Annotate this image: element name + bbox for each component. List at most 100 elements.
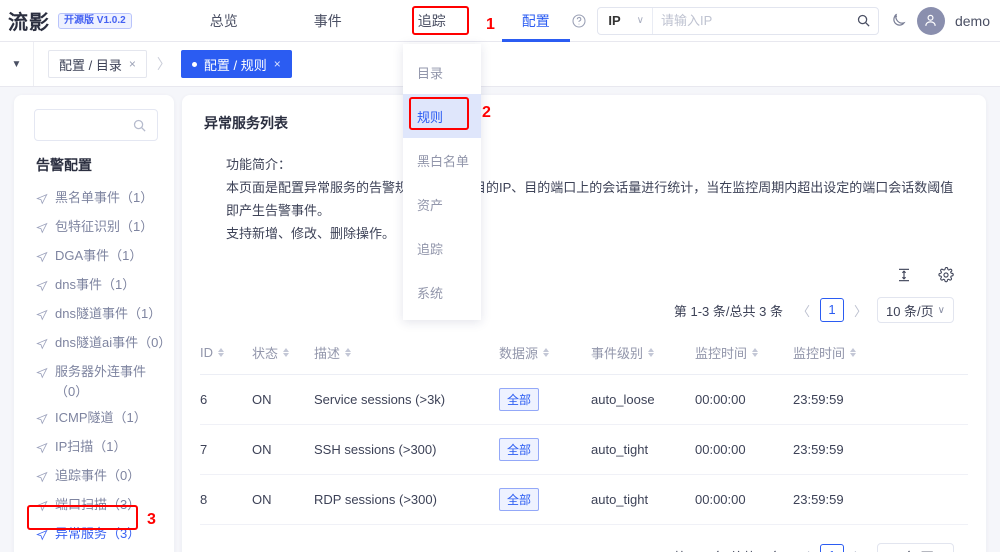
sidebar-item-dga-event[interactable]: DGA事件（1） (14, 243, 174, 272)
sidebar-item-label: dns隧道ai事件（0） (55, 335, 172, 350)
sidebar-item-packet-feature[interactable]: 包特征识别（1） (14, 214, 174, 243)
search-input-wrap (652, 7, 878, 34)
send-icon (36, 440, 48, 460)
nav-item-overview[interactable]: 总览 (190, 0, 258, 42)
table-row[interactable]: 8 ON RDP sessions (>300) 全部 auto_tight 0… (200, 474, 968, 525)
dropdown-item-catalog[interactable]: 目录 (403, 50, 481, 94)
nav-item-label: 总览 (209, 12, 238, 29)
send-icon (36, 307, 48, 327)
dropdown-item-rules[interactable]: 规则 (403, 94, 481, 138)
sort-icon[interactable] (850, 348, 857, 357)
cell-monitor-start: 00:00:00 (695, 424, 793, 475)
source-tag: 全部 (499, 388, 540, 411)
cell-monitor-end: 23:59:59 (793, 374, 968, 425)
sort-icon[interactable] (345, 348, 352, 357)
send-icon (36, 411, 48, 431)
sidebar-item-dns-tunnel-event[interactable]: dns隧道事件（1） (14, 301, 174, 330)
dropdown-item-label: 规则 (417, 109, 444, 125)
tab-separator: 〉 (156, 56, 171, 72)
cell-state: ON (252, 424, 314, 475)
sidebar-item-ip-scan[interactable]: IP扫描（1） (14, 434, 174, 463)
search-icon[interactable] (851, 13, 877, 28)
question-circle-icon[interactable] (571, 13, 587, 29)
tab-collapse-caret-icon[interactable]: ▼ (0, 42, 34, 86)
desc-line-1: 功能简介： (226, 157, 292, 172)
sidebar-item-dns-tunnel-ai-event[interactable]: dns隧道ai事件（0） (14, 330, 174, 359)
column-label: 数据源 (499, 346, 539, 361)
column-header-monitor-start[interactable]: 监控时间 (695, 333, 793, 375)
send-icon (36, 498, 48, 518)
close-icon[interactable]: × (129, 57, 136, 71)
dropdown-item-label: 资产 (417, 197, 444, 213)
cell-monitor-start: 00:00:00 (695, 374, 793, 425)
pagination-prev-icon[interactable]: 〈 (795, 301, 812, 320)
dropdown-item-asset[interactable]: 资产 (403, 182, 481, 226)
nav-item-config[interactable]: 配置 (501, 0, 570, 42)
sidebar-item-label: 包特征识别（1） (55, 219, 154, 234)
close-icon[interactable]: × (274, 57, 281, 71)
tab-config-rules[interactable]: 配置 / 规则 × (180, 50, 292, 78)
sidebar-item-blacklist-event[interactable]: 黑名单事件（1） (14, 185, 174, 214)
dropdown-item-label: 黑白名单 (417, 153, 470, 169)
table-body: 6 ON Service sessions (>3k) 全部 auto_loos… (200, 374, 968, 525)
desc-line-2: 本页面是配置异常服务的告警规则，对同一目的IP、目的端口上的会话量进行统计，当在… (226, 180, 954, 218)
column-header-level[interactable]: 事件级别 (591, 333, 695, 375)
sidebar-item-trace-event[interactable]: 追踪事件（0） (14, 463, 174, 492)
column-header-state[interactable]: 状态 (252, 333, 314, 375)
breadcrumb-tabs: 配置 / 目录 × 〉 配置 / 规则 × (34, 50, 292, 78)
pagination-page-1[interactable]: 1 (819, 298, 844, 322)
nav-item-label: 追踪 (417, 12, 446, 29)
nav-item-trace[interactable]: 追踪 (398, 0, 466, 42)
sidebar-search[interactable] (34, 109, 158, 141)
dropdown-item-blackwhitelist[interactable]: 黑白名单 (403, 138, 481, 182)
config-dropdown-menu: 目录 规则 黑白名单 资产 追踪 系统 (403, 44, 481, 320)
search-type-select[interactable]: IP ∨ (598, 7, 653, 34)
cell-monitor-end: 23:59:59 (793, 424, 968, 475)
logo[interactable]: 流影 开源版 V1.0.2 (0, 6, 132, 35)
top-navigation: 总览 事件 追踪 配置 (190, 0, 570, 42)
annotation-number-1: 1 (486, 16, 495, 33)
feature-description: 功能简介： 本页面是配置异常服务的告警规则，对同一目的IP、目的端口上的会话量进… (226, 153, 968, 245)
nav-item-events[interactable]: 事件 (294, 0, 362, 42)
pagination-prev-icon[interactable]: 〈 (795, 547, 812, 552)
dropdown-item-trace[interactable]: 追踪 (403, 226, 481, 270)
sidebar-item-icmp-tunnel[interactable]: ICMP隧道（1） (14, 405, 174, 434)
pagination-next-icon[interactable]: 〉 (852, 547, 869, 552)
column-header-id[interactable]: ID (200, 333, 252, 375)
annotation-number-2: 2 (482, 104, 491, 121)
column-header-desc[interactable]: 描述 (314, 333, 499, 375)
pagination-page-1[interactable]: 1 (819, 544, 844, 552)
cell-state: ON (252, 374, 314, 425)
sidebar-item-dns-event[interactable]: dns事件（1） (14, 272, 174, 301)
send-icon (36, 191, 48, 211)
pagination-next-icon[interactable]: 〉 (852, 301, 869, 320)
page-size-select[interactable]: 10 条/页 ∨ (876, 543, 954, 552)
cell-level: auto_tight (591, 474, 695, 525)
column-height-icon[interactable] (896, 267, 912, 283)
column-header-source[interactable]: 数据源 (499, 333, 591, 375)
tab-label: 配置 / 目录 (59, 57, 122, 73)
column-header-monitor-end[interactable]: 监控时间 (793, 333, 968, 375)
sort-icon[interactable] (543, 348, 550, 357)
send-icon (36, 249, 48, 269)
sort-icon[interactable] (283, 348, 290, 357)
gear-icon[interactable] (938, 267, 954, 283)
moon-icon[interactable] (889, 12, 907, 30)
sort-icon[interactable] (218, 348, 224, 357)
tab-config-catalog[interactable]: 配置 / 目录 × (48, 50, 147, 78)
table-row[interactable]: 7 ON SSH sessions (>300) 全部 auto_tight 0… (200, 424, 968, 475)
sidebar-item-server-outbound-event[interactable]: 服务器外连事件（0） (14, 359, 174, 405)
column-label: 状态 (252, 346, 279, 361)
table-row[interactable]: 6 ON Service sessions (>3k) 全部 auto_loos… (200, 374, 968, 425)
search-input[interactable] (652, 7, 851, 34)
cell-source: 全部 (499, 374, 591, 425)
page-size-label: 10 条/页 (885, 303, 934, 319)
dropdown-item-system[interactable]: 系统 (403, 270, 481, 314)
page-size-select[interactable]: 10 条/页 ∨ (876, 297, 954, 323)
nav-item-label: 事件 (313, 12, 342, 29)
page-size-label: 10 条/页 (886, 547, 934, 552)
cell-desc: RDP sessions (>300) (314, 474, 499, 525)
sort-icon[interactable] (648, 348, 655, 357)
user-avatar-icon[interactable] (916, 6, 945, 35)
sort-icon[interactable] (752, 348, 759, 357)
